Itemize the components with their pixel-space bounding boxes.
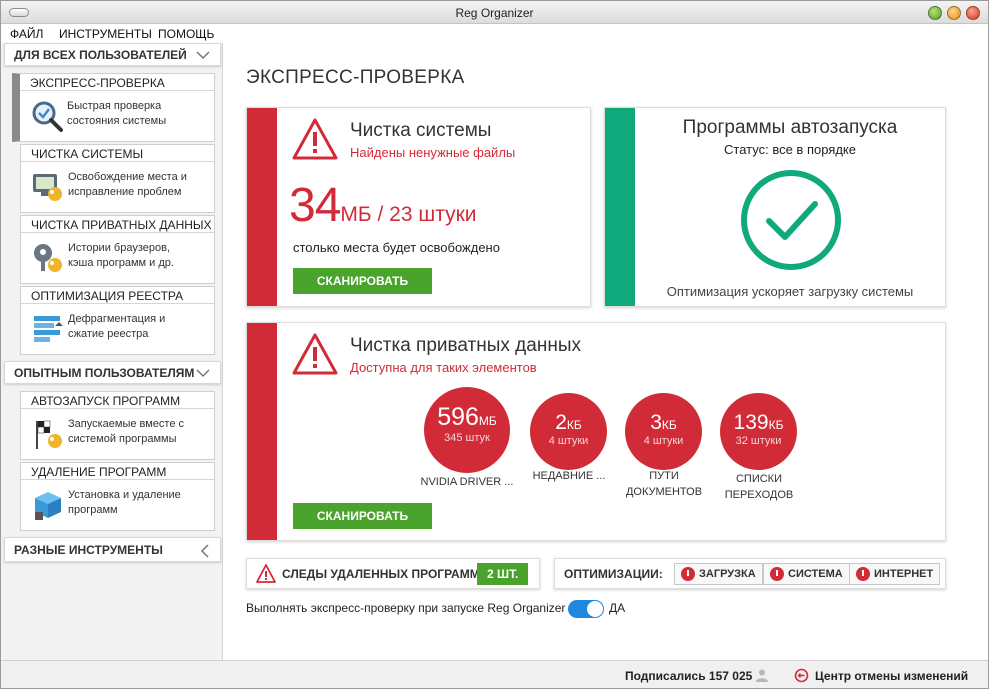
optimize-system-button[interactable]: СИСТЕМА <box>763 563 850 585</box>
sidebar-item-desc: Установка и удаление программ <box>68 489 181 516</box>
freed-size-value: 34МБ / 23 штуки <box>289 179 477 232</box>
user-icon <box>756 669 768 682</box>
autorun-panel: Программы автозапуска Статус: все в поря… <box>604 107 946 307</box>
private-item-label: NVIDIA DRIVER ... <box>420 476 514 488</box>
sidebar-item-private-clean[interactable]: ЧИСТКА ПРИВАТНЫХ ДАННЫХ Истории браузеро… <box>20 215 215 284</box>
system-clean-panel: Чистка системы Найдены ненужные файлы 34… <box>246 107 591 307</box>
monitor-clean-icon <box>33 174 62 201</box>
registry-defrag-icon <box>34 316 63 342</box>
private-item-circle[interactable]: 596МБ 345 штук <box>424 387 510 473</box>
run-on-start-toggle[interactable] <box>568 600 604 618</box>
private-item-circle[interactable]: 3КБ 4 штуки <box>625 393 702 470</box>
sidebar-item-autorun[interactable]: АВТОЗАПУСК ПРОГРАММ Запускаемые вместе с… <box>20 391 215 460</box>
run-on-start-label: Выполнять экспресс-проверку при запуске … <box>246 601 566 615</box>
status-stripe <box>247 323 277 540</box>
private-item-circle[interactable]: 2КБ 4 штуки <box>530 393 607 470</box>
title-bar: Reg Organizer <box>1 1 988 24</box>
panel-title: Чистка системы <box>350 120 492 141</box>
menu-bar: ФАЙЛ ИНСТРУМЕНТЫ ПОМОЩЬ <box>1 24 988 43</box>
app-window: Reg Organizer ФАЙЛ ИНСТРУМЕНТЫ ПОМОЩЬ ДЛ… <box>0 0 989 689</box>
minimize-button[interactable] <box>928 6 942 20</box>
freed-size-unit: МБ / 23 штуки <box>340 203 477 226</box>
warning-icon <box>292 118 338 160</box>
maximize-button[interactable] <box>947 6 961 20</box>
optimize-internet-button[interactable]: ИНТЕРНЕТ <box>849 563 941 585</box>
panel-subtitle: Доступна для таких элементов <box>350 360 537 375</box>
sidebar-item-registry-optimize[interactable]: ОПТИМИЗАЦИЯ РЕЕСТРА Дефрагментация и сжат… <box>20 286 215 355</box>
chevron-down-icon <box>196 51 210 60</box>
power-icon <box>681 567 695 581</box>
section-header-label: ОПЫТНЫМ ПОЛЬЗОВАТЕЛЯМ <box>14 366 195 380</box>
sidebar-item-uninstall[interactable]: УДАЛЕНИЕ ПРОГРАММ Установка и удаление пр… <box>20 462 215 531</box>
sidebar-item-desc: Истории браузеров, кэша программ и др. <box>68 242 174 269</box>
panel-title: Программы автозапуска <box>682 117 898 138</box>
panel-subtitle: Найдены ненужные файлы <box>350 145 516 160</box>
private-item-label: ПУТИ ДОКУМЕНТОВ <box>625 470 703 498</box>
privacy-clean-icon <box>34 244 62 272</box>
close-button[interactable] <box>966 6 980 20</box>
magnifier-check-icon <box>32 101 63 132</box>
main-content: ЭКСПРЕСС-ПРОВЕРКА Чистка системы Найдены… <box>223 43 988 660</box>
subscribers-count[interactable]: Подписались 157 025 <box>625 669 752 683</box>
page-title: ЭКСПРЕСС-ПРОВЕРКА <box>246 67 465 88</box>
undo-center-icon <box>794 668 809 683</box>
autorun-status: Статус: все в порядке <box>724 142 856 157</box>
status-bar: Подписались 157 025 Центр отмены изменен… <box>1 660 988 688</box>
menu-file[interactable]: ФАЙЛ <box>10 27 43 41</box>
scan-system-button[interactable]: СКАНИРОВАТЬ <box>293 268 432 294</box>
section-header-all-users[interactable]: ДЛЯ ВСЕХ ПОЛЬЗОВАТЕЛЕЙ <box>4 43 221 66</box>
sidebar-item-title: ЧИСТКА ПРИВАТНЫХ ДАННЫХ <box>21 216 214 233</box>
window-title: Reg Organizer <box>455 6 534 20</box>
sidebar-item-system-clean[interactable]: ЧИСТКА СИСТЕМЫ Освобождение места и испра… <box>20 144 215 213</box>
undo-center-link[interactable]: Центр отмены изменений <box>815 669 968 683</box>
install-box-icon <box>35 492 61 520</box>
sidebar: ДЛЯ ВСЕХ ПОЛЬЗОВАТЕЛЕЙ ЭКСПРЕСС-ПРОВЕРКА… <box>1 43 223 660</box>
traces-label: СЛЕДЫ УДАЛЕННЫХ ПРОГРАММ <box>282 567 480 581</box>
optimizations-box: ОПТИМИЗАЦИИ: ЗАГРУЗКА СИСТЕМА ИНТЕРНЕТ <box>554 558 946 589</box>
status-stripe <box>247 108 277 306</box>
private-data-panel: Чистка приватных данных Доступна для так… <box>246 322 946 541</box>
sidebar-item-desc: Дефрагментация и сжатие реестра <box>68 313 166 340</box>
section-header-advanced[interactable]: ОПЫТНЫМ ПОЛЬЗОВАТЕЛЯМ <box>4 361 221 384</box>
sidebar-item-title: ЭКСПРЕСС-ПРОВЕРКА <box>20 74 214 91</box>
freed-size-note: столько места будет освобождено <box>293 240 500 255</box>
power-icon <box>856 567 870 581</box>
scan-private-button[interactable]: СКАНИРОВАТЬ <box>293 503 432 529</box>
run-on-start-state: ДА <box>609 601 626 615</box>
section-header-label: РАЗНЫЕ ИНСТРУМЕНТЫ <box>14 543 163 557</box>
sidebar-item-express-check[interactable]: ЭКСПРЕСС-ПРОВЕРКА Быстрая проверка состоя… <box>12 73 215 142</box>
traces-count-button[interactable]: 2 ШТ. <box>477 563 529 585</box>
menu-tools[interactable]: ИНСТРУМЕНТЫ <box>59 27 152 41</box>
warning-icon <box>256 564 276 583</box>
section-header-misc[interactable]: РАЗНЫЕ ИНСТРУМЕНТЫ <box>4 537 221 562</box>
autorun-note: Оптимизация ускоряет загрузку системы <box>666 284 914 299</box>
menu-help[interactable]: ПОМОЩЬ <box>158 27 214 41</box>
sidebar-item-title: ОПТИМИЗАЦИЯ РЕЕСТРА <box>21 287 214 304</box>
sidebar-item-desc: Запускаемые вместе с системой программы <box>68 418 185 445</box>
chevron-down-icon <box>196 369 210 378</box>
private-item-label: НЕДАВНИЕ ... <box>532 470 606 482</box>
chevron-left-icon <box>200 544 209 558</box>
check-circle-icon <box>741 170 841 270</box>
optimize-boot-button[interactable]: ЗАГРУЗКА <box>674 563 763 585</box>
traces-box: СЛЕДЫ УДАЛЕННЫХ ПРОГРАММ 2 ШТ. <box>246 558 540 589</box>
sidebar-item-desc: Освобождение места и исправление проблем <box>68 171 187 198</box>
sidebar-item-title: УДАЛЕНИЕ ПРОГРАММ <box>21 463 214 480</box>
panel-title: Чистка приватных данных <box>350 335 581 356</box>
status-stripe <box>605 108 635 306</box>
sidebar-item-title: ЧИСТКА СИСТЕМЫ <box>21 145 214 162</box>
power-icon <box>770 567 784 581</box>
private-item-circle[interactable]: 139КБ 32 штуки <box>720 393 797 470</box>
section-header-label: ДЛЯ ВСЕХ ПОЛЬЗОВАТЕЛЕЙ <box>14 48 187 62</box>
optimizations-label: ОПТИМИЗАЦИИ: <box>564 567 663 581</box>
private-item-label: СПИСКИ ПЕРЕХОДОВ <box>724 473 794 501</box>
warning-icon <box>292 333 338 375</box>
startup-flag-icon <box>36 420 62 449</box>
sidebar-item-title: АВТОЗАПУСК ПРОГРАММ <box>21 392 214 409</box>
sidebar-item-desc: Быстрая проверка состояния системы <box>67 100 167 127</box>
